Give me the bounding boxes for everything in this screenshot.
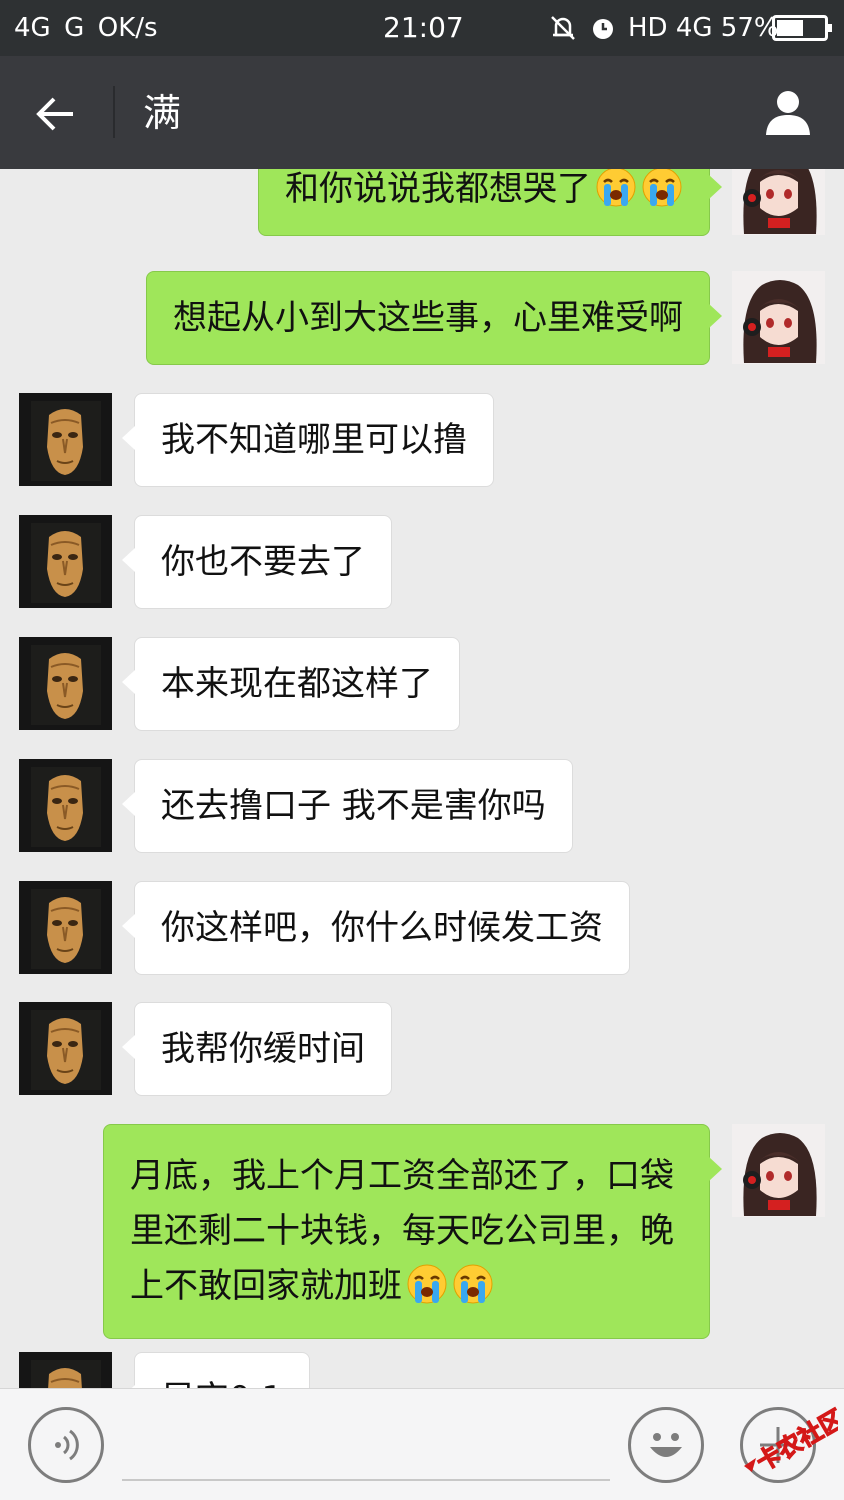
contact-avatar[interactable] <box>19 637 112 730</box>
emoji-button[interactable] <box>628 1407 704 1483</box>
mute-bell-icon <box>551 16 575 40</box>
avatar-image <box>732 271 825 364</box>
crying-face-icon <box>642 169 682 207</box>
avatar-image <box>19 393 112 486</box>
avatar-image <box>732 169 825 235</box>
header-divider <box>113 86 115 138</box>
avatar-image <box>19 515 112 608</box>
message-text: 和你说说我都想哭了 <box>285 169 591 209</box>
status-network-right: HD 4G 57% <box>628 13 779 43</box>
avatar-image <box>19 1352 112 1388</box>
message-bubble[interactable]: 你这样吧，你什么时候发工资 <box>122 881 630 975</box>
person-icon <box>766 91 810 135</box>
arrow-left-icon <box>36 97 73 131</box>
status-bar: 4G G OK/s 21:07 HD 4G 57% <box>0 0 844 56</box>
message-bubble[interactable]: 和你说说我都想哭了 <box>258 169 722 236</box>
contact-avatar[interactable] <box>19 515 112 608</box>
contact-avatar[interactable] <box>19 1352 112 1388</box>
message-text: 我帮你缓时间 <box>161 1029 365 1069</box>
alarm-icon <box>593 19 613 39</box>
avatar-image <box>19 1002 112 1095</box>
message-bubble[interactable]: 早空0.1 <box>121 1352 311 1388</box>
avatar-image <box>732 1124 825 1217</box>
message-input[interactable] <box>122 1409 610 1481</box>
message-bubble[interactable]: 想起从小到大这些事，心里难受啊 <box>146 271 722 365</box>
crying-face-icon <box>407 1264 447 1304</box>
user-avatar[interactable] <box>732 271 825 364</box>
message-text: 早空0.1 <box>161 1379 283 1388</box>
message-text: 我不知道哪里可以撸 <box>161 420 467 460</box>
message-bubble[interactable]: 本来现在都这样了 <box>122 637 460 731</box>
watermark-logo: 卡农社区 <box>744 1404 838 1477</box>
message-bubble[interactable]: 你也不要去了 <box>122 515 392 609</box>
crying-face-icon <box>453 1264 493 1304</box>
message-text: 还去撸口子 我不是害你吗 <box>161 786 546 826</box>
user-avatar[interactable] <box>732 169 825 235</box>
avatar-image <box>19 759 112 852</box>
page-title: 满 <box>143 91 182 135</box>
battery-icon <box>772 15 832 41</box>
message-text: 月底，我上个月工资全部还了，口袋里还剩二十块钱，每天吃公司里，晚上不敢回家就加班 <box>130 1156 674 1306</box>
status-network-left: 4G G OK/s <box>14 13 158 43</box>
message-text: 想起从小到大这些事，心里难受啊 <box>173 298 683 338</box>
watermark-text: 卡农社区 <box>752 1404 838 1476</box>
voice-button[interactable] <box>28 1407 104 1483</box>
message-bubble[interactable]: 月底，我上个月工资全部还了，口袋里还剩二十块钱，每天吃公司里，晚上不敢回家就加班 <box>103 1124 722 1339</box>
message-list[interactable]: 和你说说我都想哭了 想起从小到大这些事，心里难受啊 我不知道哪里可以撸 你也不要… <box>0 169 844 1388</box>
battery-fill <box>777 20 803 36</box>
chat-info-button[interactable] <box>758 82 818 142</box>
message-text: 你也不要去了 <box>161 542 365 582</box>
message-bubble[interactable]: 还去撸口子 我不是害你吗 <box>122 759 573 853</box>
crying-face-icon <box>596 169 636 207</box>
status-time: 21:07 <box>383 11 464 44</box>
contact-avatar[interactable] <box>19 759 112 852</box>
contact-avatar[interactable] <box>19 1002 112 1095</box>
battery-percent: 57% <box>720 13 779 43</box>
back-button[interactable] <box>26 84 86 144</box>
chat-header: 满 <box>0 56 844 169</box>
contact-avatar[interactable] <box>19 881 112 974</box>
message-text: 本来现在都这样了 <box>161 664 433 704</box>
avatar-image <box>19 637 112 730</box>
message-bubble[interactable]: 我帮你缓时间 <box>122 1002 392 1096</box>
contact-avatar[interactable] <box>19 393 112 486</box>
network-type: HD 4G <box>628 13 713 43</box>
smiley-icon <box>650 1433 682 1457</box>
voice-icon <box>55 1429 79 1461</box>
input-bar <box>0 1388 844 1500</box>
avatar-image <box>19 881 112 974</box>
message-text: 你这样吧，你什么时候发工资 <box>161 908 603 948</box>
user-avatar[interactable] <box>732 1124 825 1217</box>
message-bubble[interactable]: 我不知道哪里可以撸 <box>122 393 494 487</box>
